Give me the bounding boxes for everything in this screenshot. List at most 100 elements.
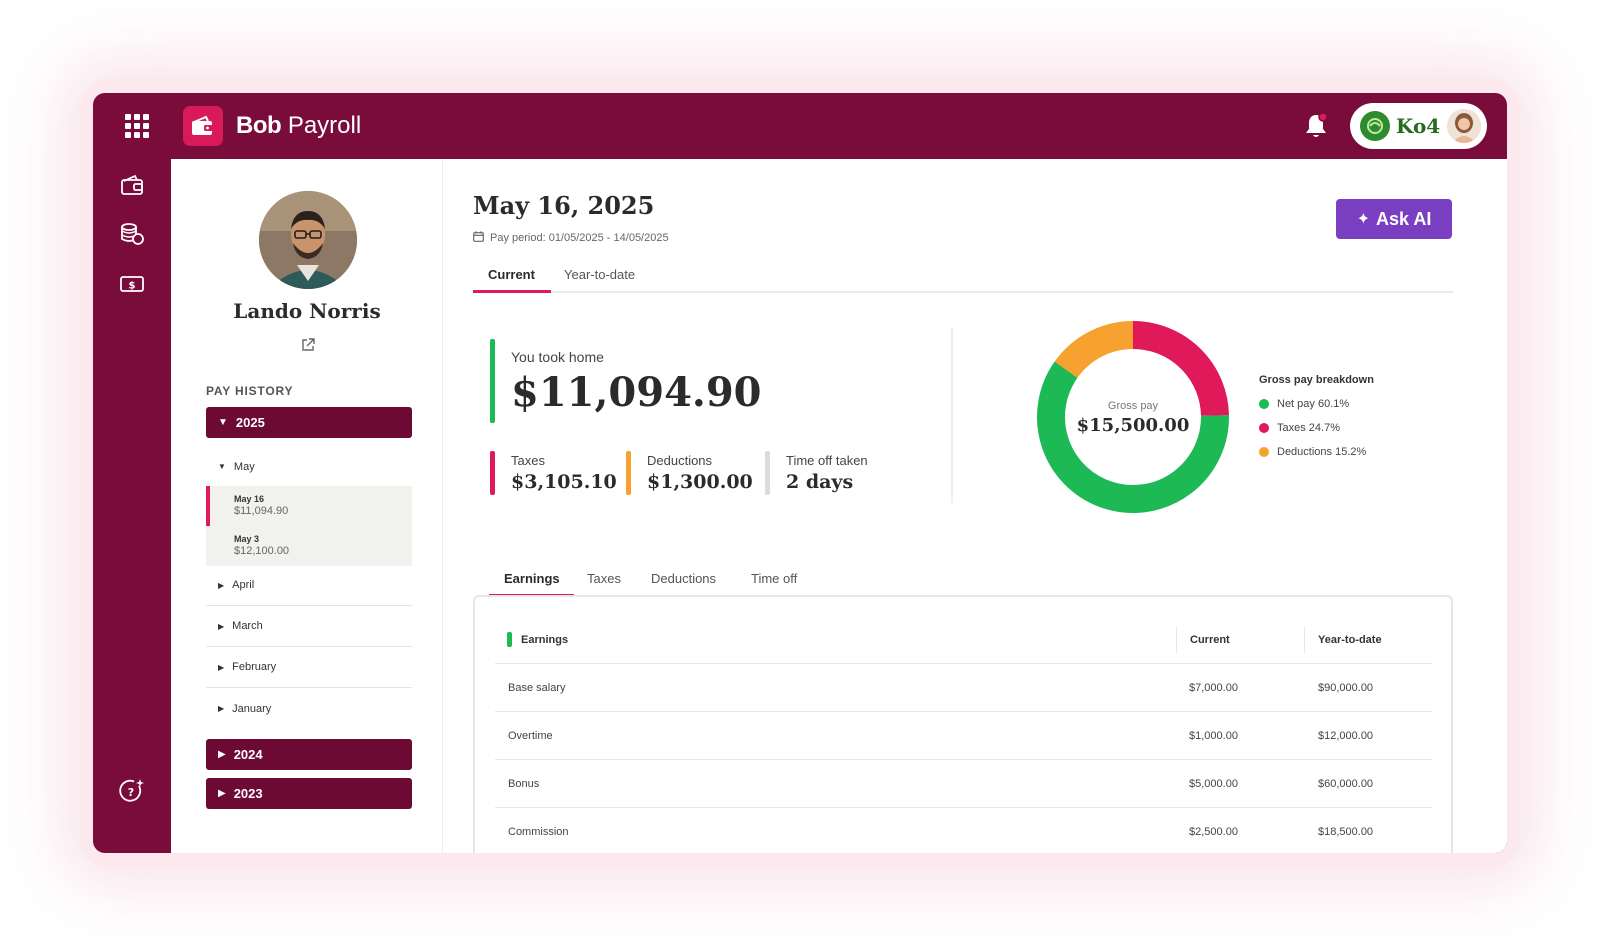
caret-right-icon: ▶	[218, 704, 225, 713]
row-current: $5,000.00	[1189, 778, 1238, 790]
pay-history-label: PAY HISTORY	[206, 384, 294, 398]
month-february[interactable]: ▶ February	[206, 647, 412, 688]
cash-icon[interactable]: $	[119, 271, 145, 297]
year-2024-toggle[interactable]: ▶ 2024	[206, 739, 412, 770]
legend-label: Taxes 24.7%	[1277, 422, 1340, 434]
account-switcher[interactable]: Ko4	[1350, 103, 1487, 149]
legend-taxes: Taxes 24.7%	[1259, 422, 1340, 434]
row-name: Base salary	[508, 682, 566, 694]
time-off-label: Time off taken	[786, 453, 868, 468]
table-row: Overtime $1,000.00 $12,000.00	[495, 712, 1432, 760]
row-current: $1,000.00	[1189, 730, 1238, 742]
donut-center-value: $15,500.00	[1076, 415, 1190, 436]
month-may[interactable]: ▼ May	[206, 446, 412, 487]
caret-right-icon: ▶	[218, 580, 225, 590]
row-ytd: $18,500.00	[1318, 826, 1374, 838]
deductions-label: Deductions	[647, 453, 713, 468]
payslip-date: May 16	[234, 494, 265, 504]
row-current: $7,000.00	[1189, 682, 1238, 694]
month-label: May	[233, 460, 255, 473]
row-name: Commission	[508, 826, 569, 838]
top-bar: Bob Payroll Ko4	[93, 93, 1507, 159]
legend-dot	[1259, 423, 1269, 433]
svg-text:?: ?	[128, 786, 134, 799]
svg-text:$: $	[129, 281, 136, 292]
tab-year-to-date[interactable]: Year-to-date	[564, 267, 635, 293]
year-2023-toggle[interactable]: ▶ 2023	[206, 778, 412, 809]
header-year-to-date: Year-to-date	[1318, 634, 1382, 646]
employee-avatar	[259, 191, 357, 289]
payslip-main: May 16, 2025 Pay period: 01/05/2025 - 14…	[473, 159, 1453, 853]
time-off-marker	[765, 451, 770, 495]
deductions-marker	[626, 451, 631, 495]
month-april[interactable]: ▶ April	[206, 565, 412, 606]
column-divider	[1304, 627, 1305, 653]
tab-deductions[interactable]: Deductions	[651, 571, 716, 595]
earnings-table: Earnings Current Year-to-date Base salar…	[473, 595, 1453, 853]
employee-name: Lando Norris	[233, 299, 381, 323]
tab-earnings[interactable]: Earnings	[504, 571, 560, 595]
row-ytd: $12,000.00	[1318, 730, 1374, 742]
app-grid-icon[interactable]	[125, 114, 149, 138]
caret-down-icon: ▼	[218, 417, 228, 428]
year-label: 2024	[233, 747, 263, 762]
month-label: February	[232, 661, 277, 673]
section-divider	[951, 327, 953, 503]
taxes-label: Taxes	[511, 453, 545, 468]
brand-bold: Bob	[236, 112, 282, 139]
month-january[interactable]: ▶ January	[206, 688, 412, 729]
ask-ai-label: Ask AI	[1376, 208, 1432, 229]
company-logo-icon	[1360, 111, 1390, 141]
year-label: 2025	[235, 415, 265, 430]
month-march[interactable]: ▶ March	[206, 606, 412, 647]
legend-net-pay: Net pay 60.1%	[1259, 398, 1349, 410]
header-current: Current	[1190, 634, 1230, 646]
row-ytd: $90,000.00	[1318, 682, 1374, 694]
period-tabs: Current Year-to-date	[473, 261, 1453, 293]
bell-icon[interactable]	[1303, 112, 1329, 140]
brand-light: Payroll	[287, 112, 362, 139]
legend-dot	[1259, 447, 1269, 457]
detail-tabs: Earnings Taxes Deductions Time off	[489, 571, 819, 597]
header-earnings: Earnings	[521, 634, 569, 646]
row-name: Overtime	[508, 730, 553, 742]
pay-period-text: Pay period: 01/05/2025 - 14/05/2025	[490, 232, 669, 244]
table-row: Commission $2,500.00 $18,500.00	[495, 808, 1432, 853]
caret-right-icon: ▶	[218, 788, 226, 799]
deductions-value: $1,300.00	[647, 471, 753, 493]
donut-slice-deductions	[1054, 321, 1134, 379]
row-name: Bonus	[508, 778, 540, 790]
payslip-amount: $11,094.90	[234, 505, 289, 517]
wallet-logo-icon	[183, 106, 223, 146]
table-row: Base salary $7,000.00 $90,000.00	[495, 664, 1432, 712]
caret-right-icon: ▶	[218, 662, 225, 672]
external-link-icon[interactable]	[300, 337, 316, 353]
help-icon[interactable]: ?	[119, 778, 145, 804]
month-label: January	[232, 702, 272, 715]
calendar-icon	[473, 231, 484, 245]
earnings-marker	[507, 632, 512, 647]
taxes-marker	[490, 451, 495, 495]
donut-center-label: Gross pay	[1107, 400, 1159, 412]
payslip-item[interactable]: May 16 $11,094.90	[206, 486, 412, 526]
year-2025-toggle[interactable]: ▼ 2025	[206, 407, 412, 438]
legend-label: Net pay 60.1%	[1277, 398, 1350, 410]
column-divider	[1176, 627, 1177, 653]
row-ytd: $60,000.00	[1318, 778, 1374, 790]
payslip-item[interactable]: May 3 $12,100.00	[206, 526, 412, 566]
ask-ai-button[interactable]: ✦ Ask AI	[1336, 199, 1452, 239]
user-avatar	[1447, 109, 1481, 143]
payslip-amount: $12,100.00	[234, 545, 290, 557]
wallet-icon[interactable]	[119, 172, 145, 198]
active-tab-indicator	[473, 290, 551, 293]
sparkle-icon: ✦	[1356, 211, 1371, 228]
month-label: March	[232, 620, 263, 632]
tab-taxes[interactable]: Taxes	[587, 571, 621, 595]
tab-time-off[interactable]: Time off	[751, 571, 797, 595]
coins-icon[interactable]	[119, 221, 145, 247]
payslip-date-title: May 16, 2025	[473, 191, 655, 220]
app-brand: Bob Payroll	[236, 112, 361, 140]
legend-deductions: Deductions 15.2%	[1259, 446, 1366, 458]
app-window: Bob Payroll Ko4 $ ? Lando Norris PAY HIS…	[93, 93, 1507, 853]
month-label: April	[232, 579, 255, 591]
